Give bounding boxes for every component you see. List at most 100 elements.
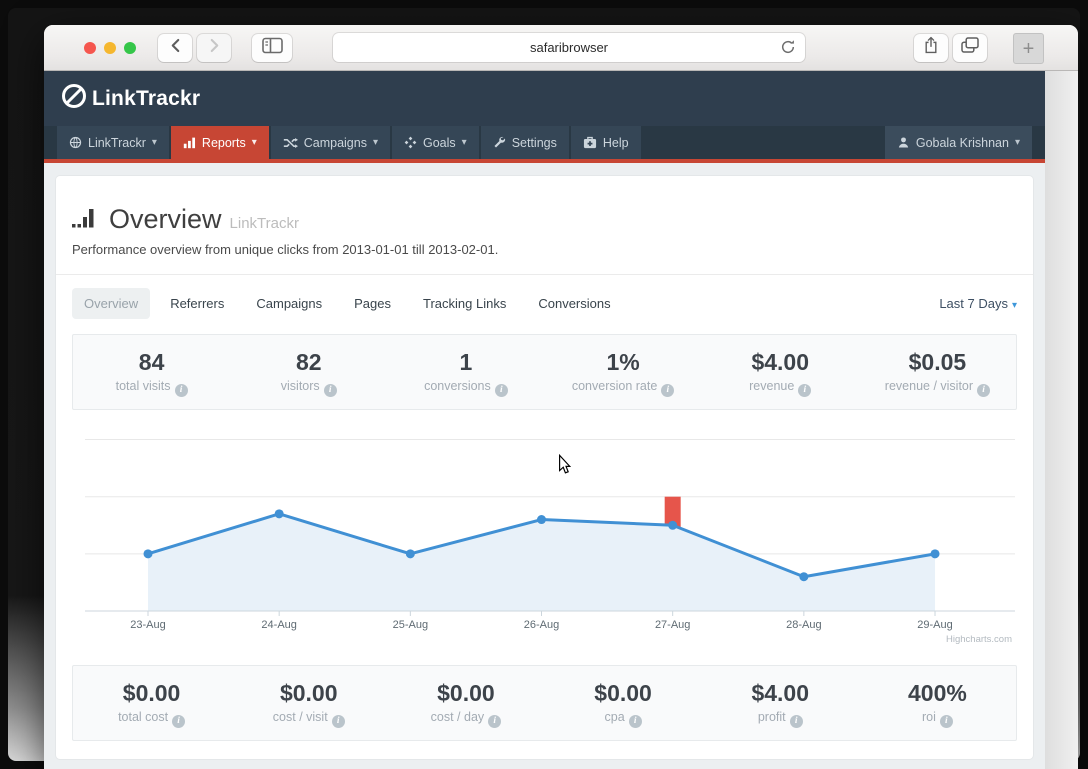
stat-label: total visits i [73,379,230,397]
nav-item-help[interactable]: Help [570,126,641,159]
info-icon[interactable]: i [939,715,953,728]
stat-label: roi i [859,710,1016,728]
reload-icon[interactable] [780,39,796,58]
goals-diamond-icon [404,136,417,149]
info-icon[interactable]: i [661,384,675,397]
overview-card: Overview LinkTrackr Performance overview… [56,176,1033,759]
stat-value: $0.05 [908,349,967,375]
site-header: LinkTrackr [44,71,1045,126]
stat-value: $0.00 [122,680,181,706]
stat-value: 84 [138,349,165,375]
stat-label-text: roi [921,710,936,724]
stat-label-text: cost / day [430,710,485,724]
stat-cost-visit: $0.00 cost / visit i [230,680,387,728]
info-icon[interactable]: i [977,384,991,397]
stat-label-text: total visits [115,379,171,393]
page-title-suffix: LinkTrackr [229,215,299,232]
plus-icon: + [1022,37,1035,60]
report-tabs: Overview Referrers Campaigns Pages Tracking … [72,288,631,319]
stats-panel-bottom: $0.00 total cost i $0.00 cost / visit i $0.00 c… [72,665,1017,741]
zoom-window-button[interactable] [124,41,136,54]
medkit-icon [583,136,597,149]
date-range-picker[interactable]: Last 7 Days ▾ [939,296,1017,311]
info-icon[interactable]: i [789,715,803,728]
window-body: LinkTrackr LinkTrackr ▾ Reports ▾ Campaigns ▾… [44,71,1078,769]
info-icon[interactable]: i [628,715,642,728]
stat-label: total cost i [73,710,230,728]
minimize-window-button[interactable] [104,41,116,54]
page-title: Overview [109,204,222,234]
title-row: Overview LinkTrackr [72,176,1017,235]
nav-item-goals[interactable]: Goals ▾ [392,126,479,159]
browser-window: safaribrowser + LinkTrackr LinkTrackr ▾ Re… [44,25,1078,769]
nav-item-label: Settings [511,135,557,150]
new-tab-button[interactable]: + [1013,33,1044,64]
tab-tracking-links[interactable]: Tracking Links [411,288,518,319]
info-icon[interactable]: i [172,715,186,728]
linktrackr-logo[interactable]: LinkTrackr [61,83,200,115]
data-point-marker [537,515,547,525]
chevron-left-icon [170,38,181,58]
info-icon[interactable]: i [331,715,345,728]
stat-label: cost / visit i [230,710,387,728]
back-button[interactable] [158,33,192,62]
close-window-button[interactable] [84,41,96,54]
page-content: Overview LinkTrackr Performance overview… [44,163,1045,759]
nav-item-label: Goals [423,135,456,150]
url-bar[interactable]: safaribrowser [333,33,805,62]
tab-referrers[interactable]: Referrers [158,288,236,319]
nav-item-label: Help [602,135,629,150]
navbar-items: LinkTrackr ▾ Reports ▾ Campaigns ▾ Goals ▾ Setti… [57,126,643,159]
stat-value: $0.00 [279,680,338,706]
nav-item-linktrackr[interactable]: LinkTrackr ▾ [57,126,169,159]
data-point-marker [668,520,678,530]
tab-pages[interactable]: Pages [342,288,403,319]
visits-chart: 23-Aug 24-Aug 25-Aug 26-Aug 27-Aug 28-Aug 29-A… [72,416,1017,653]
window-right-gutter [1045,71,1078,769]
stat-cpa: $0.00 cpa i [545,680,702,728]
chevron-right-icon [209,38,220,58]
data-point-marker [143,549,153,559]
stat-label: visitors i [230,379,387,397]
x-axis-label: 25-Aug [393,619,428,631]
x-axis-label: 23-Aug [130,619,165,631]
traffic-lights [84,41,136,54]
info-icon[interactable]: i [798,384,812,397]
stat-label: cpa i [545,710,702,728]
highcharts-line-chart[interactable]: 23-Aug 24-Aug 25-Aug 26-Aug 27-Aug 28-Aug 29-A… [72,416,1016,653]
forward-button[interactable] [197,33,231,62]
data-point-marker [930,549,940,559]
stat-value: $4.00 [751,680,810,706]
info-icon[interactable]: i [174,384,188,397]
stat-revenue-visitor: $0.05 revenue / visitor i [859,349,1016,397]
stat-value: 82 [295,349,322,375]
nav-item-campaigns[interactable]: Campaigns ▾ [270,126,390,159]
user-menu[interactable]: Gobala Krishnan ▾ [884,126,1032,159]
date-range-label: Last 7 Days [939,296,1008,311]
nav-item-settings[interactable]: Settings [480,126,569,159]
tab-overview[interactable]: Overview [72,288,151,319]
share-button[interactable] [914,33,948,62]
divider [56,274,1033,275]
linktrackr-globe-icon [69,136,82,149]
stat-visitors: 82 visitors i [230,349,387,397]
stat-label: cost / day i [387,710,544,728]
tabs-row: Overview Referrers Campaigns Pages Tracking … [72,288,1017,319]
page-subtitle: Performance overview from unique clicks … [72,242,499,257]
web-page: LinkTrackr LinkTrackr ▾ Reports ▾ Campaigns ▾… [44,71,1045,769]
stat-value: 1% [606,349,640,375]
nav-item-reports[interactable]: Reports ▾ [170,126,269,159]
nav-item-label: Campaigns [303,135,367,150]
tab-campaigns[interactable]: Campaigns [244,288,334,319]
stat-profit: $4.00 profit i [702,680,859,728]
info-icon[interactable]: i [323,384,337,397]
stat-value: 1 [459,349,473,375]
info-icon[interactable]: i [488,715,502,728]
sidebar-button[interactable] [252,33,292,62]
tab-conversions[interactable]: Conversions [526,288,622,319]
info-icon[interactable]: i [494,384,508,397]
share-icon [924,36,938,59]
data-point-marker [274,509,284,519]
browser-toolbar: safaribrowser + [44,25,1078,71]
tab-overview-button[interactable] [953,33,987,62]
